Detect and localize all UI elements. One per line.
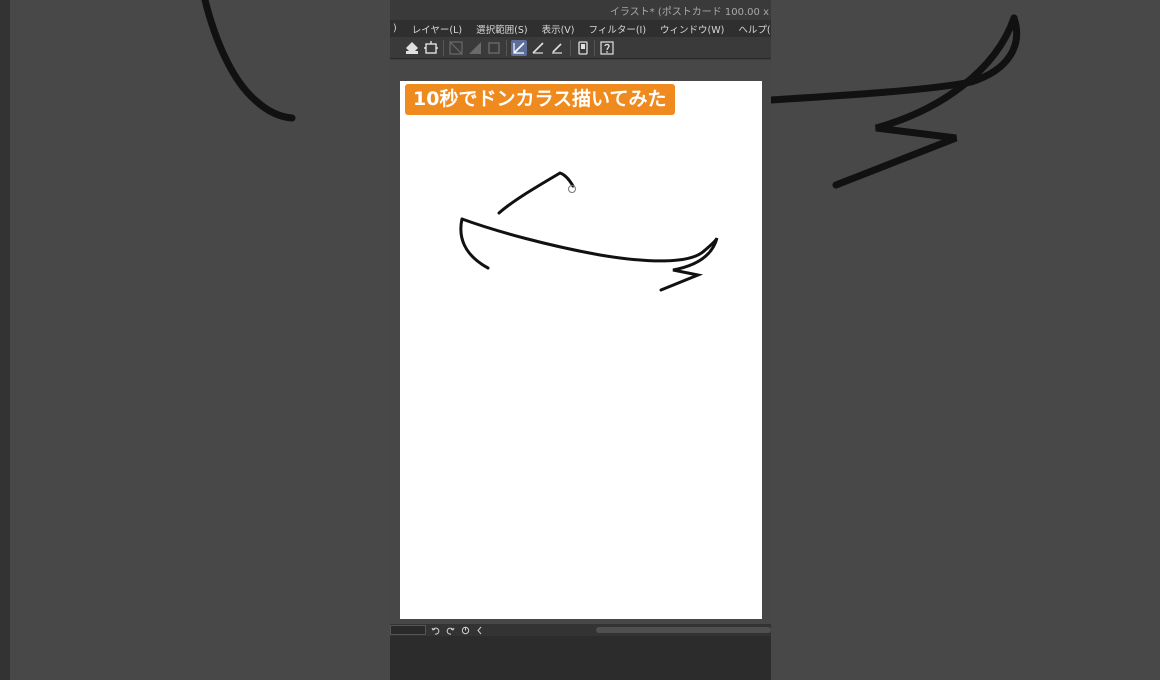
horizontal-scrollbar[interactable] bbox=[596, 627, 771, 633]
canvas-workspace: 10秒でドンカラス描いてみた bbox=[390, 60, 771, 626]
backdrop-right-stroke bbox=[771, 14, 1021, 189]
pen-icon[interactable] bbox=[511, 40, 527, 56]
backdrop-left bbox=[0, 0, 390, 680]
crow-line-drawing bbox=[459, 171, 719, 292]
backdrop-left-stroke bbox=[0, 0, 296, 680]
phone-icon[interactable] bbox=[575, 40, 591, 56]
toolbar-separator bbox=[570, 40, 571, 56]
menu-item-layer[interactable]: レイヤー(L) bbox=[405, 22, 469, 36]
frame-icon[interactable] bbox=[486, 40, 502, 56]
window-title: イラスト* (ポストカード 100.00 x bbox=[609, 7, 769, 18]
menu-item-filter[interactable]: フィルター(I) bbox=[582, 22, 654, 36]
menu-item-selection[interactable]: 選択範囲(S) bbox=[469, 22, 534, 36]
brush-icon[interactable] bbox=[530, 40, 546, 56]
bottom-panel bbox=[390, 636, 771, 680]
rotate-icon[interactable] bbox=[460, 625, 470, 635]
toolbar-separator bbox=[443, 40, 444, 56]
fill-icon[interactable] bbox=[404, 40, 420, 56]
toolbar-separator bbox=[594, 40, 595, 56]
menu-item-help[interactable]: ヘルプ(H) bbox=[731, 22, 771, 36]
zoom-box[interactable] bbox=[390, 625, 426, 635]
eraser-icon[interactable] bbox=[549, 40, 565, 56]
undo-icon[interactable] bbox=[430, 625, 440, 635]
redo-icon[interactable] bbox=[445, 625, 455, 635]
collapse-icon[interactable] bbox=[474, 625, 484, 635]
menu-item-edit[interactable]: ) bbox=[390, 23, 405, 34]
title-bar: イラスト* (ポストカード 100.00 x bbox=[390, 0, 771, 20]
status-bar bbox=[390, 624, 771, 636]
transform-icon[interactable] bbox=[423, 40, 439, 56]
gradient-icon[interactable] bbox=[467, 40, 483, 56]
drawing-canvas[interactable]: 10秒でドンカラス描いてみた bbox=[400, 81, 762, 619]
menu-item-window[interactable]: ウィンドウ(W) bbox=[653, 22, 731, 36]
backdrop-right bbox=[771, 0, 1160, 680]
command-bar bbox=[390, 37, 771, 59]
video-caption: 10秒でドンカラス描いてみた bbox=[405, 84, 675, 115]
app-window: イラスト* (ポストカード 100.00 x ) レイヤー(L) 選択範囲(S)… bbox=[390, 0, 771, 680]
toolbar-separator bbox=[506, 40, 507, 56]
help-icon[interactable] bbox=[599, 40, 615, 56]
menu-bar: ) レイヤー(L) 選択範囲(S) 表示(V) フィルター(I) ウィンドウ(W… bbox=[390, 20, 771, 37]
ruler-icon[interactable] bbox=[448, 40, 464, 56]
menu-item-view[interactable]: 表示(V) bbox=[535, 22, 582, 36]
